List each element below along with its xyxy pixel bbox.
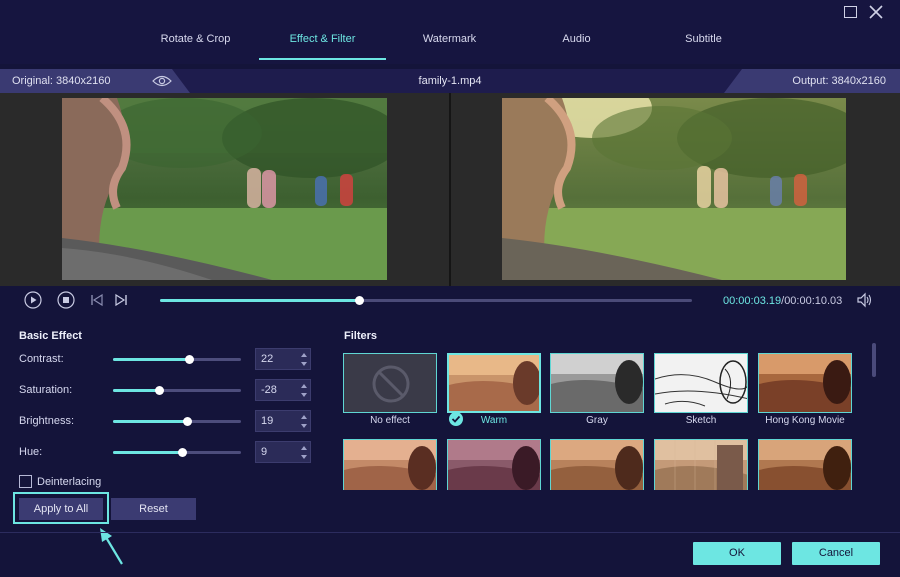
filters-grid: No effect Warm Gray Sketch Hong Kong Mov… <box>342 352 862 490</box>
filter-item[interactable] <box>343 439 437 490</box>
brightness-slider[interactable] <box>113 417 241 426</box>
brightness-slider-handle[interactable] <box>183 417 193 426</box>
filter-item[interactable] <box>447 439 541 490</box>
filter-name: Sketch <box>685 415 717 426</box>
filter-item[interactable] <box>654 439 748 490</box>
close-icon[interactable] <box>868 4 884 20</box>
reset-button[interactable]: Reset <box>111 498 196 520</box>
contrast-slider-handle[interactable] <box>184 355 194 364</box>
preview-area <box>0 93 900 286</box>
filter-thumbnail <box>447 439 541 490</box>
filter-thumbnail <box>343 353 437 413</box>
top-bar: Rotate & Crop Effect & Filter Watermark … <box>0 0 900 64</box>
filter-thumbnail <box>550 353 644 413</box>
filter-warm[interactable]: Warm <box>447 353 541 426</box>
filter-sketch[interactable]: Sketch <box>654 353 748 426</box>
hue-slider-handle[interactable] <box>178 448 188 457</box>
maximize-icon[interactable] <box>842 4 858 20</box>
tab-subtitle[interactable]: Subtitle <box>640 20 767 60</box>
contrast-value: 22 <box>261 353 274 365</box>
no-effect-icon <box>372 365 410 403</box>
contrast-decrease-icon[interactable] <box>299 359 309 369</box>
deinterlacing-label: Deinterlacing <box>37 476 102 488</box>
contrast-slider[interactable] <box>113 355 241 364</box>
filter-item[interactable] <box>758 439 852 490</box>
saturation-row: Saturation: -28 <box>19 379 319 403</box>
contrast-row: Contrast: 22 <box>19 348 319 372</box>
seek-handle[interactable] <box>354 296 364 305</box>
preview-divider <box>449 93 451 286</box>
filter-item[interactable] <box>550 439 644 490</box>
tab-rotate-crop[interactable]: Rotate & Crop <box>132 20 259 60</box>
hue-label: Hue: <box>19 446 43 458</box>
tab-audio[interactable]: Audio <box>513 20 640 60</box>
brightness-label: Brightness: <box>19 415 75 427</box>
cancel-button[interactable]: Cancel <box>792 542 880 565</box>
total-time: 00:00:10.03 <box>784 295 843 307</box>
current-time: 00:00:03.19 <box>723 295 782 307</box>
hue-decrease-icon[interactable] <box>299 452 309 462</box>
filter-thumbnail <box>758 353 852 413</box>
output-resolution: Output: 3840x2160 <box>724 69 900 93</box>
filters-scrollbar[interactable] <box>872 343 876 377</box>
brightness-decrease-icon[interactable] <box>299 421 309 431</box>
previous-frame-icon[interactable] <box>88 291 106 309</box>
time-display: 00:00:03.19/00:00:10.03 <box>723 295 842 307</box>
saturation-label: Saturation: <box>19 384 73 396</box>
filter-gray[interactable]: Gray <box>550 353 644 426</box>
brightness-row: Brightness: 19 <box>19 410 319 434</box>
contrast-slider-fill <box>113 358 189 361</box>
playback-controls: 00:00:03.19/00:00:10.03 <box>0 286 900 316</box>
hue-row: Hue: 9 <box>19 441 319 465</box>
brightness-stepper[interactable]: 19 <box>255 410 311 432</box>
tab-effect-filter[interactable]: Effect & Filter <box>259 20 386 60</box>
brightness-value: 19 <box>261 415 274 427</box>
basic-effect-title: Basic Effect <box>19 330 82 342</box>
deinterlacing-checkbox[interactable] <box>19 475 32 488</box>
eye-icon[interactable] <box>152 75 172 87</box>
output-video-preview <box>502 98 846 280</box>
tab-bar: Rotate & Crop Effect & Filter Watermark … <box>132 20 767 60</box>
original-video-preview <box>62 98 387 280</box>
ok-button[interactable]: OK <box>693 542 781 565</box>
filter-name: Gray <box>586 415 608 426</box>
preview-info-bar: family-1.mp4 Original: 3840x2160 Output:… <box>0 69 900 93</box>
saturation-stepper[interactable]: -28 <box>255 379 311 401</box>
filters-title: Filters <box>344 330 378 342</box>
saturation-slider[interactable] <box>113 386 241 395</box>
filter-thumbnail <box>654 353 748 413</box>
tab-watermark[interactable]: Watermark <box>386 20 513 60</box>
stop-icon[interactable] <box>57 291 75 309</box>
hue-value: 9 <box>261 446 268 458</box>
saturation-value: -28 <box>261 384 277 396</box>
filter-name: Hong Kong Movie <box>765 415 845 426</box>
hue-slider-fill <box>113 451 183 454</box>
seek-progress <box>160 299 359 302</box>
filter-name: No effect <box>370 415 410 426</box>
brightness-slider-fill <box>113 420 188 423</box>
filter-no-effect[interactable]: No effect <box>343 353 437 426</box>
filter-thumbnail <box>343 439 437 490</box>
selected-check-icon <box>449 412 463 426</box>
filter-hong-kong-movie[interactable]: Hong Kong Movie <box>758 353 852 426</box>
play-icon[interactable] <box>24 291 42 309</box>
hue-stepper[interactable]: 9 <box>255 441 311 463</box>
apply-to-all-button[interactable]: Apply to All <box>19 498 103 520</box>
filter-thumbnail <box>550 439 644 490</box>
volume-icon[interactable] <box>856 291 874 309</box>
saturation-slider-fill <box>113 389 160 392</box>
saturation-slider-handle[interactable] <box>155 386 165 395</box>
filter-thumbnail <box>654 439 748 490</box>
filter-thumbnail <box>447 353 541 413</box>
saturation-decrease-icon[interactable] <box>299 390 309 400</box>
filter-thumbnail <box>758 439 852 490</box>
footer-divider <box>0 532 900 533</box>
next-frame-icon[interactable] <box>112 291 130 309</box>
contrast-label: Contrast: <box>19 353 64 365</box>
seek-bar[interactable] <box>160 296 692 305</box>
hue-slider[interactable] <box>113 448 241 457</box>
contrast-stepper[interactable]: 22 <box>255 348 311 370</box>
